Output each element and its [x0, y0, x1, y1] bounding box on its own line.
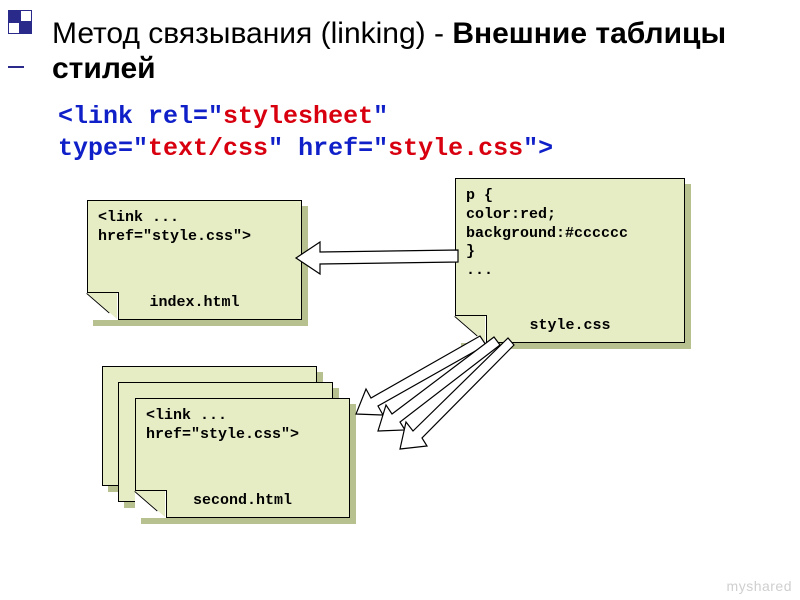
code-token: stylesheet	[223, 102, 373, 131]
file-label: index.html	[88, 294, 301, 313]
code-token: "	[373, 102, 388, 131]
arrow-icon	[378, 337, 500, 431]
code-token: text/css	[148, 134, 268, 163]
arrow-icon	[356, 336, 486, 415]
file-index-html: <link ... href="style.css"> index.html	[87, 200, 302, 320]
code-token: "	[208, 102, 223, 131]
file-content-line: ...	[466, 262, 674, 281]
arrow-icon	[296, 242, 458, 274]
code-token: "	[523, 134, 538, 163]
file-content-line: href="style.css">	[98, 228, 291, 247]
code-token: "	[373, 134, 388, 163]
dog-ear-icon	[135, 490, 167, 518]
arrow-icon	[400, 338, 514, 449]
file-content-line: href="style.css">	[146, 426, 339, 445]
deco-square	[8, 22, 20, 34]
code-token: "	[268, 134, 283, 163]
deco-square	[20, 10, 32, 22]
slide: Метод связывания (linking) - Внешние таб…	[0, 0, 800, 600]
deco-square	[8, 10, 20, 22]
code-token: type=	[58, 134, 133, 163]
code-line-1: <link rel="stylesheet"	[58, 102, 388, 131]
file-label: style.css	[456, 317, 684, 336]
code-token: style.css	[388, 134, 523, 163]
slide-title: Метод связывания (linking) - Внешние таб…	[52, 16, 772, 87]
code-token	[283, 134, 298, 163]
code-token: rel=	[148, 102, 208, 131]
file-label: second.html	[136, 492, 349, 511]
file-content-line: <link ...	[146, 407, 339, 426]
file-content-line: background:#cccccc	[466, 225, 674, 244]
code-line-2: type="text/css" href="style.css">	[58, 134, 553, 163]
deco-line	[8, 66, 24, 68]
dog-ear-icon	[87, 292, 119, 320]
title-part1: Метод связывания (linking) -	[52, 17, 452, 50]
code-token: href=	[298, 134, 373, 163]
deco-square	[20, 22, 32, 34]
file-second-html: <link ... href="style.css"> second.html	[135, 398, 350, 518]
file-content-line: p {	[466, 187, 674, 206]
code-token: <link	[58, 102, 148, 131]
watermark: myshared	[727, 578, 792, 594]
file-content-line: color:red;	[466, 206, 674, 225]
dog-ear-icon	[455, 315, 487, 343]
file-content-line: <link ...	[98, 209, 291, 228]
file-content-line: }	[466, 243, 674, 262]
code-token: "	[133, 134, 148, 163]
code-token: >	[538, 134, 553, 163]
file-style-css: p { color:red; background:#cccccc } ... …	[455, 178, 685, 343]
